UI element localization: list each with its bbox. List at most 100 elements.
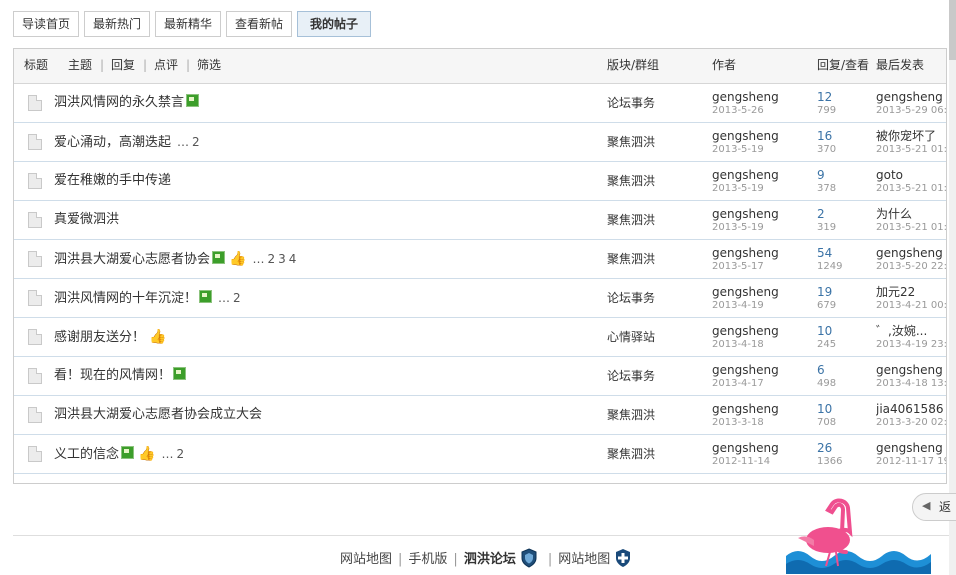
footer: 网站地图 | 手机版 | 泗洪论坛 | 网站地图 [340, 548, 636, 570]
tab-latest-hot[interactable]: 最新热门 [84, 11, 150, 37]
thread-title-link[interactable]: 真爱微泗洪 [54, 212, 119, 227]
thread-title-link[interactable]: 义工的信念 [54, 447, 119, 462]
thread-replies-count[interactable]: 16 [817, 129, 832, 143]
last-post-date-link[interactable]: 2013-4-18 13:5 [876, 377, 946, 390]
thread-replies-count[interactable]: 6 [817, 363, 825, 377]
thread-replies-count[interactable]: 54 [817, 246, 832, 260]
thread-replies-count[interactable]: 10 [817, 402, 832, 416]
filter-threads[interactable]: 主题 [68, 49, 92, 81]
table-row: 泗洪县大湖爱心志愿者协会 👍… 2 3 4 聚焦泗洪 gengsheng 2013-5-17 5… [14, 240, 946, 279]
thread-title-link[interactable]: 爱在稚嫩的手中传递 [54, 173, 171, 188]
thread-replies-count[interactable]: 10 [817, 324, 832, 338]
thread-forum-link[interactable]: 聚焦泗洪 [607, 201, 655, 239]
thread-forum-link[interactable]: 聚焦泗洪 [607, 123, 655, 161]
thread-page-link[interactable]: 4 [289, 252, 297, 266]
thread-title-link[interactable]: 泗洪风情网的十年沉淀！ [54, 291, 197, 306]
thread-page-link[interactable]: 3 [278, 252, 286, 266]
tab-digest-home[interactable]: 导读首页 [13, 11, 79, 37]
thread-forum-link[interactable]: 心情驿站 [607, 318, 655, 356]
thread-author-link[interactable]: gengsheng [712, 363, 779, 377]
last-post-date-link[interactable]: 2013-5-29 06:5 [876, 104, 946, 117]
thread-forum-link[interactable]: 论坛事务 [607, 84, 655, 122]
thread-forum-link[interactable]: 论坛事务 [607, 357, 655, 395]
tab-new-posts[interactable]: 查看新帖 [226, 11, 292, 37]
thread-author-link[interactable]: gengsheng [712, 402, 779, 416]
thread-author-link[interactable]: gengsheng [712, 246, 779, 260]
last-post-user-link[interactable]: gengsheng [876, 90, 946, 104]
tab-latest-digest[interactable]: 最新精华 [155, 11, 221, 37]
thread-page-link[interactable]: 2 [233, 291, 241, 305]
thread-views-count: 708 [817, 417, 837, 428]
last-post-date-link[interactable]: 2013-4-21 00:0 [876, 299, 946, 312]
filter-screen[interactable]: 筛选 [197, 49, 221, 81]
thread-forum-link[interactable]: 论坛事务 [607, 279, 655, 317]
footer-link-sitemap-2[interactable]: 网站地图 [558, 552, 610, 567]
last-post-user-link[interactable]: jia4061586 [876, 402, 946, 416]
verify-badge-icon[interactable] [614, 548, 632, 568]
thread-author-link[interactable]: gengsheng [712, 441, 779, 455]
attachment-image-icon [121, 446, 135, 459]
thread-title-link[interactable]: 感谢朋友送分！ [54, 330, 145, 345]
thread-folder-icon [28, 95, 42, 111]
last-post-user-link[interactable]: gengsheng [876, 363, 946, 377]
thread-replies-count[interactable]: 12 [817, 90, 832, 104]
thread-title-link[interactable]: 爱心涌动，高潮迭起 [54, 135, 171, 150]
thread-post-date: 2013-5-19 [712, 183, 764, 194]
thread-page-link[interactable]: 2 [267, 252, 275, 266]
last-post-date-link[interactable]: 2013-5-21 01:4 [876, 182, 946, 195]
thread-author-link[interactable]: gengsheng [712, 90, 779, 104]
thread-views-count: 1366 [817, 456, 843, 467]
filter-replies[interactable]: 回复 [111, 49, 135, 81]
thread-title-cell: 爱在稚嫩的手中传递 [54, 162, 171, 200]
thread-page-link[interactable]: 2 [192, 135, 200, 149]
last-post-user-link[interactable]: 加元22 [876, 285, 946, 299]
thread-folder-icon [28, 212, 42, 228]
thread-post-date: 2013-5-26 [712, 105, 764, 116]
thread-forum-link[interactable]: 聚焦泗洪 [607, 240, 655, 278]
thread-forum-link[interactable]: 聚焦泗洪 [607, 162, 655, 200]
last-post-date-link[interactable]: 2013-3-20 02:1 [876, 416, 946, 429]
tab-my-posts[interactable]: 我的帖子 [297, 11, 371, 37]
thread-author-link[interactable]: gengsheng [712, 129, 779, 143]
thread-title-link[interactable]: 看！现在的风情网！ [54, 368, 171, 383]
page-scrollbar[interactable] [949, 0, 956, 575]
table-row: 真爱微泗洪 聚焦泗洪 gengsheng 2013-5-19 2 319 为什么 2013-5… [14, 201, 946, 240]
last-post-user-link[interactable]: goto [876, 168, 946, 182]
footer-separator: | [453, 552, 458, 567]
scrollbar-thumb[interactable] [949, 0, 956, 60]
last-post-user-link[interactable]: 被你宠坏了 [876, 129, 946, 143]
thread-views-count: 370 [817, 144, 837, 155]
last-post-date-link[interactable]: 2013-5-21 01:4 [876, 143, 946, 156]
last-post-user-link[interactable]: gengsheng [876, 441, 946, 455]
flamingo-mascot-icon [786, 498, 931, 574]
footer-brand-link[interactable]: 泗洪论坛 [464, 552, 516, 567]
table-row: 泗洪风情网的十年沉淀！ … 2 论坛事务 gengsheng 2013-4-19 19 679… [14, 279, 946, 318]
thread-replies-count[interactable]: 2 [817, 207, 825, 221]
thread-author-link[interactable]: gengsheng [712, 324, 779, 338]
last-post-date-link[interactable]: 2013-5-20 22:2 [876, 260, 946, 273]
filter-comments[interactable]: 点评 [154, 49, 178, 81]
thread-replies-count[interactable]: 26 [817, 441, 832, 455]
thread-forum-link[interactable]: 聚焦泗洪 [607, 435, 655, 473]
last-post-user-link[interactable]: ゛,汝婉... [876, 324, 946, 338]
header-separator: | [100, 58, 105, 72]
last-post-date-link[interactable]: 2013-4-19 23:4 [876, 338, 946, 351]
thread-title-link[interactable]: 泗洪县大湖爱心志愿者协会 [54, 252, 210, 267]
thread-author-link[interactable]: gengsheng [712, 285, 779, 299]
thread-author-link[interactable]: gengsheng [712, 207, 779, 221]
thread-title-link[interactable]: 泗洪风情网的永久禁言 [54, 95, 184, 110]
thread-replies-count[interactable]: 19 [817, 285, 832, 299]
thread-author-link[interactable]: gengsheng [712, 168, 779, 182]
footer-link-sitemap[interactable]: 网站地图 [340, 552, 392, 567]
last-post-user-link[interactable]: gengsheng [876, 246, 946, 260]
footer-link-mobile[interactable]: 手机版 [408, 552, 447, 567]
last-post-date-link[interactable]: 2012-11-17 19 [876, 455, 946, 468]
thread-title-link[interactable]: 泗洪县大湖爱心志愿者协会成立大会 [54, 407, 262, 422]
thread-replies-count[interactable]: 9 [817, 168, 825, 182]
header-author: 作者 [712, 58, 737, 72]
security-shield-icon[interactable] [520, 548, 538, 568]
thread-forum-link[interactable]: 聚焦泗洪 [607, 396, 655, 434]
last-post-user-link[interactable]: 为什么 [876, 207, 946, 221]
last-post-date-link[interactable]: 2013-5-21 01:4 [876, 221, 946, 234]
thread-page-link[interactable]: 2 [176, 447, 184, 461]
